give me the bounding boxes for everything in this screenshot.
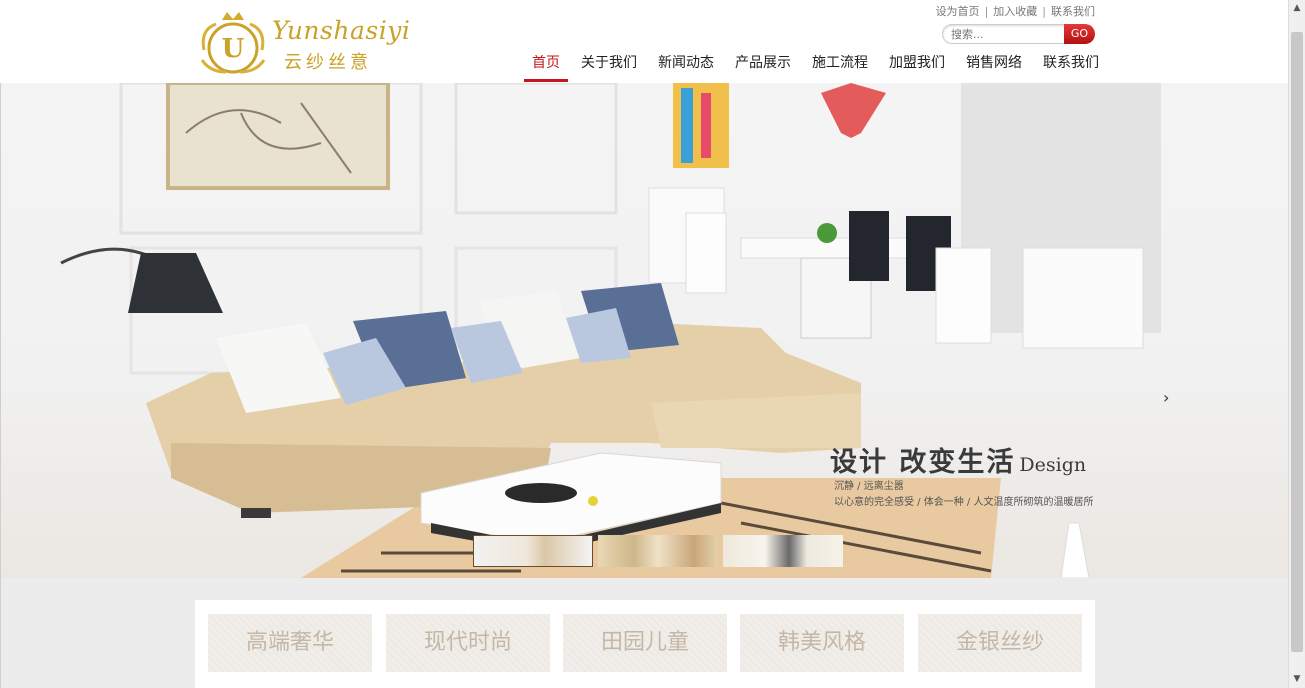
hero-headline-cn: 设计 改变生活 [830, 447, 1016, 478]
slide-thumb-2[interactable] [598, 535, 718, 567]
search-input[interactable] [942, 24, 1066, 44]
hero-subtitle-1: 沉静 / 远离尘嚣 [834, 481, 904, 492]
scroll-down-icon[interactable]: ▼ [1289, 671, 1305, 688]
slide-thumbnails [473, 535, 848, 567]
hero-banner[interactable]: 设计 改变生活 Design 沉静 / 远离尘嚣 以心意的完全感受 / 体会一种 … [1, 83, 1288, 578]
category-luxury[interactable]: 高端奢华 [208, 614, 372, 672]
search-box: GO [942, 24, 1095, 46]
separator: | [1042, 5, 1046, 18]
logo-letter: U [222, 34, 245, 64]
site-header: U Yunshasiyi 云纱丝意 设为首页 | 加入收藏 | 联系我们 GO 首页 关… [0, 0, 1289, 83]
vertical-scrollbar[interactable]: ▲ ▼ [1288, 0, 1305, 688]
add-favorite-link[interactable]: 加入收藏 [993, 5, 1037, 18]
hero-subtitle-2: 以心意的完全感受 / 体会一种 / 人文温度所砌筑的温暖居所 [834, 497, 1094, 508]
set-homepage-link[interactable]: 设为首页 [936, 5, 980, 18]
logo-chinese-text: 云纱丝意 [284, 52, 372, 73]
main-nav: 首页 关于我们 新闻动态 产品展示 施工流程 加盟我们 销售网络 联系我们 [524, 49, 1112, 82]
search-go-button[interactable]: GO [1064, 24, 1095, 44]
contact-link[interactable]: 联系我们 [1051, 5, 1095, 18]
living-room-photo [60, 83, 1161, 578]
category-pastoral-kids[interactable]: 田园儿童 [563, 614, 727, 672]
category-gold-silver-gauze[interactable]: 金银丝纱 [918, 614, 1082, 672]
crown-crest-icon: U [200, 12, 266, 74]
scroll-up-icon[interactable]: ▲ [1289, 0, 1305, 17]
category-korean-american[interactable]: 韩美风格 [740, 614, 904, 672]
top-utility-links: 设为首页 | 加入收藏 | 联系我们 [936, 3, 1095, 19]
category-modern[interactable]: 现代时尚 [386, 614, 550, 672]
category-panel: 高端奢华 现代时尚 田园儿童 韩美风格 金银丝纱 [195, 600, 1095, 688]
slide-thumb-1[interactable] [473, 535, 593, 567]
nav-item-franchise[interactable]: 加盟我们 [881, 49, 953, 82]
slide-thumb-3[interactable] [723, 535, 843, 567]
nav-item-contact[interactable]: 联系我们 [1035, 49, 1107, 82]
separator: | [984, 5, 989, 18]
nav-item-products[interactable]: 产品展示 [727, 49, 799, 82]
nav-item-process[interactable]: 施工流程 [804, 49, 876, 82]
nav-item-about[interactable]: 关于我们 [573, 49, 645, 82]
brand-logo[interactable]: U Yunshasiyi 云纱丝意 [196, 10, 410, 76]
hero-headline: 设计 改变生活 Design [830, 440, 1086, 479]
logo-script-text: Yunshasiyi [272, 16, 411, 45]
scrollbar-thumb[interactable] [1291, 32, 1303, 652]
nav-item-sales-network[interactable]: 销售网络 [958, 49, 1030, 82]
next-slide-arrow-icon[interactable]: › [1163, 388, 1169, 407]
nav-item-home[interactable]: 首页 [524, 49, 568, 82]
nav-item-news[interactable]: 新闻动态 [650, 49, 722, 82]
hero-headline-en: Design [1019, 454, 1087, 476]
